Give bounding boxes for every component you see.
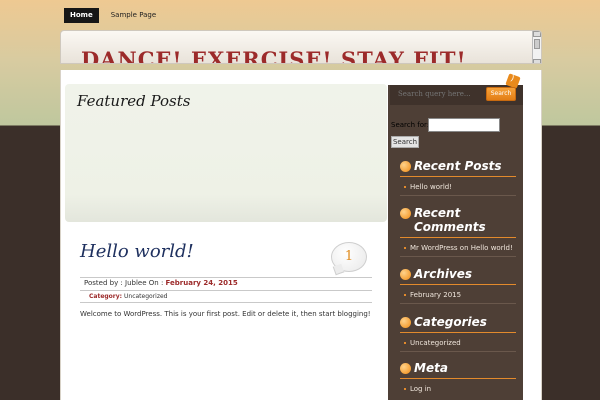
- list-item[interactable]: February 2015: [400, 291, 516, 299]
- widget-title: Categories: [414, 315, 487, 329]
- post-date[interactable]: February 24, 2015: [166, 279, 238, 287]
- bullet-icon: [400, 269, 411, 280]
- bullet-icon: [400, 208, 411, 219]
- post-category-line: Category: Uncategorized: [89, 293, 167, 300]
- widget-meta: Meta Log in: [400, 361, 516, 393]
- featured-posts-heading: Featured Posts: [77, 92, 191, 110]
- divider: [80, 302, 372, 303]
- list-item[interactable]: Mr WordPress on Hello world!: [400, 244, 516, 252]
- comment-count-bubble[interactable]: 1: [331, 242, 367, 272]
- divider: [80, 290, 372, 291]
- header-scrollbar[interactable]: [532, 31, 541, 63]
- widget-recent-posts: Recent Posts Hello world!: [400, 159, 516, 196]
- post-author: Jublee: [125, 279, 147, 287]
- scroll-up-icon[interactable]: [533, 31, 541, 37]
- widget-title: Archives: [414, 267, 473, 281]
- divider: [400, 237, 516, 238]
- widget-recent-comments: Recent Comments Mr WordPress on Hello wo…: [400, 206, 516, 257]
- post-title[interactable]: Hello world!: [80, 241, 194, 262]
- widget-title: Recent Posts: [414, 159, 502, 173]
- bullet-icon: [400, 363, 411, 374]
- widget-title: Meta: [414, 361, 448, 375]
- divider: [400, 256, 516, 257]
- site-header: DANCE! EXERCISE! STAY FIT!: [60, 30, 542, 64]
- divider: [400, 332, 516, 333]
- top-search-input[interactable]: [398, 87, 483, 101]
- widget-archives: Archives February 2015: [400, 267, 516, 304]
- bullet-icon: [400, 161, 411, 172]
- nav-item-home[interactable]: Home: [64, 8, 99, 23]
- top-search-button[interactable]: Search: [486, 87, 516, 101]
- scroll-thumb[interactable]: [534, 39, 540, 49]
- divider: [400, 284, 516, 285]
- divider: [400, 351, 516, 352]
- search-button[interactable]: Search: [391, 136, 419, 148]
- search-for-label: Search for:: [391, 121, 430, 129]
- top-nav: Home Sample Page: [64, 8, 162, 23]
- divider: [400, 176, 516, 177]
- list-item[interactable]: Uncategorized: [400, 339, 516, 347]
- divider: [80, 277, 372, 278]
- scroll-down-icon[interactable]: [533, 59, 541, 63]
- widget-title: Recent Comments: [414, 206, 486, 234]
- post-category[interactable]: Uncategorized: [124, 293, 167, 300]
- list-item[interactable]: Hello world!: [400, 183, 516, 191]
- featured-posts-panel: Featured Posts: [65, 84, 387, 222]
- nav-item-sample-page[interactable]: Sample Page: [105, 8, 162, 23]
- search-input[interactable]: [428, 118, 500, 132]
- posted-by-label: Posted by :: [84, 279, 123, 287]
- post-content: Welcome to WordPress. This is your first…: [80, 310, 371, 318]
- widget-categories: Categories Uncategorized: [400, 315, 516, 352]
- post-byline: Posted by : Jublee On : February 24, 201…: [84, 279, 238, 287]
- site-title[interactable]: DANCE! EXERCISE! STAY FIT!: [81, 47, 467, 63]
- comment-count: 1: [344, 249, 354, 264]
- bullet-icon: [400, 317, 411, 328]
- on-label: On :: [148, 279, 164, 287]
- divider: [400, 195, 516, 196]
- category-label: Category:: [89, 293, 123, 300]
- list-item[interactable]: Log in: [400, 385, 516, 393]
- divider: [400, 303, 516, 304]
- divider: [400, 378, 516, 379]
